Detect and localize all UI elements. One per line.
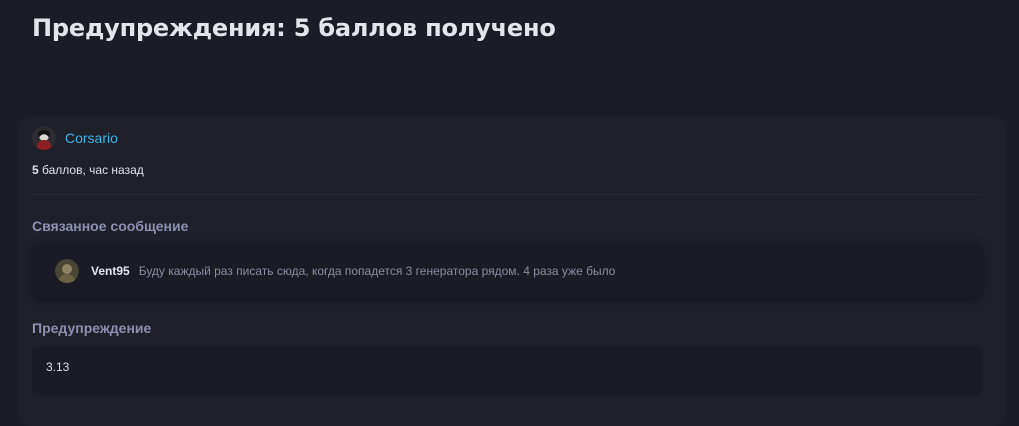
related-post[interactable]: Vent95 Буду каждый раз писать сюда, когд…	[32, 243, 982, 298]
warning-card: Corsario 5 баллов, час назад Связанное с…	[18, 116, 1006, 426]
related-post-avatar[interactable]	[55, 258, 79, 283]
points-info: 5 баллов, час назад	[32, 163, 144, 177]
warning-reason-box: 3.13	[32, 346, 982, 395]
avatar[interactable]	[32, 126, 56, 150]
related-post-heading: Связанное сообщение	[32, 218, 189, 234]
related-post-author[interactable]: Vent95	[91, 264, 130, 278]
page-title: Предупреждения: 5 баллов получено	[32, 14, 556, 42]
author-row: Corsario	[32, 126, 118, 150]
warning-reason: 3.13	[46, 360, 70, 374]
points-value: 5	[32, 163, 39, 177]
warning-heading: Предупреждение	[32, 320, 152, 336]
related-post-text[interactable]: Буду каждый раз писать сюда, когда попад…	[139, 264, 616, 278]
divider	[32, 194, 980, 195]
author-link[interactable]: Corsario	[65, 130, 118, 146]
points-time: баллов, час назад	[38, 163, 144, 177]
